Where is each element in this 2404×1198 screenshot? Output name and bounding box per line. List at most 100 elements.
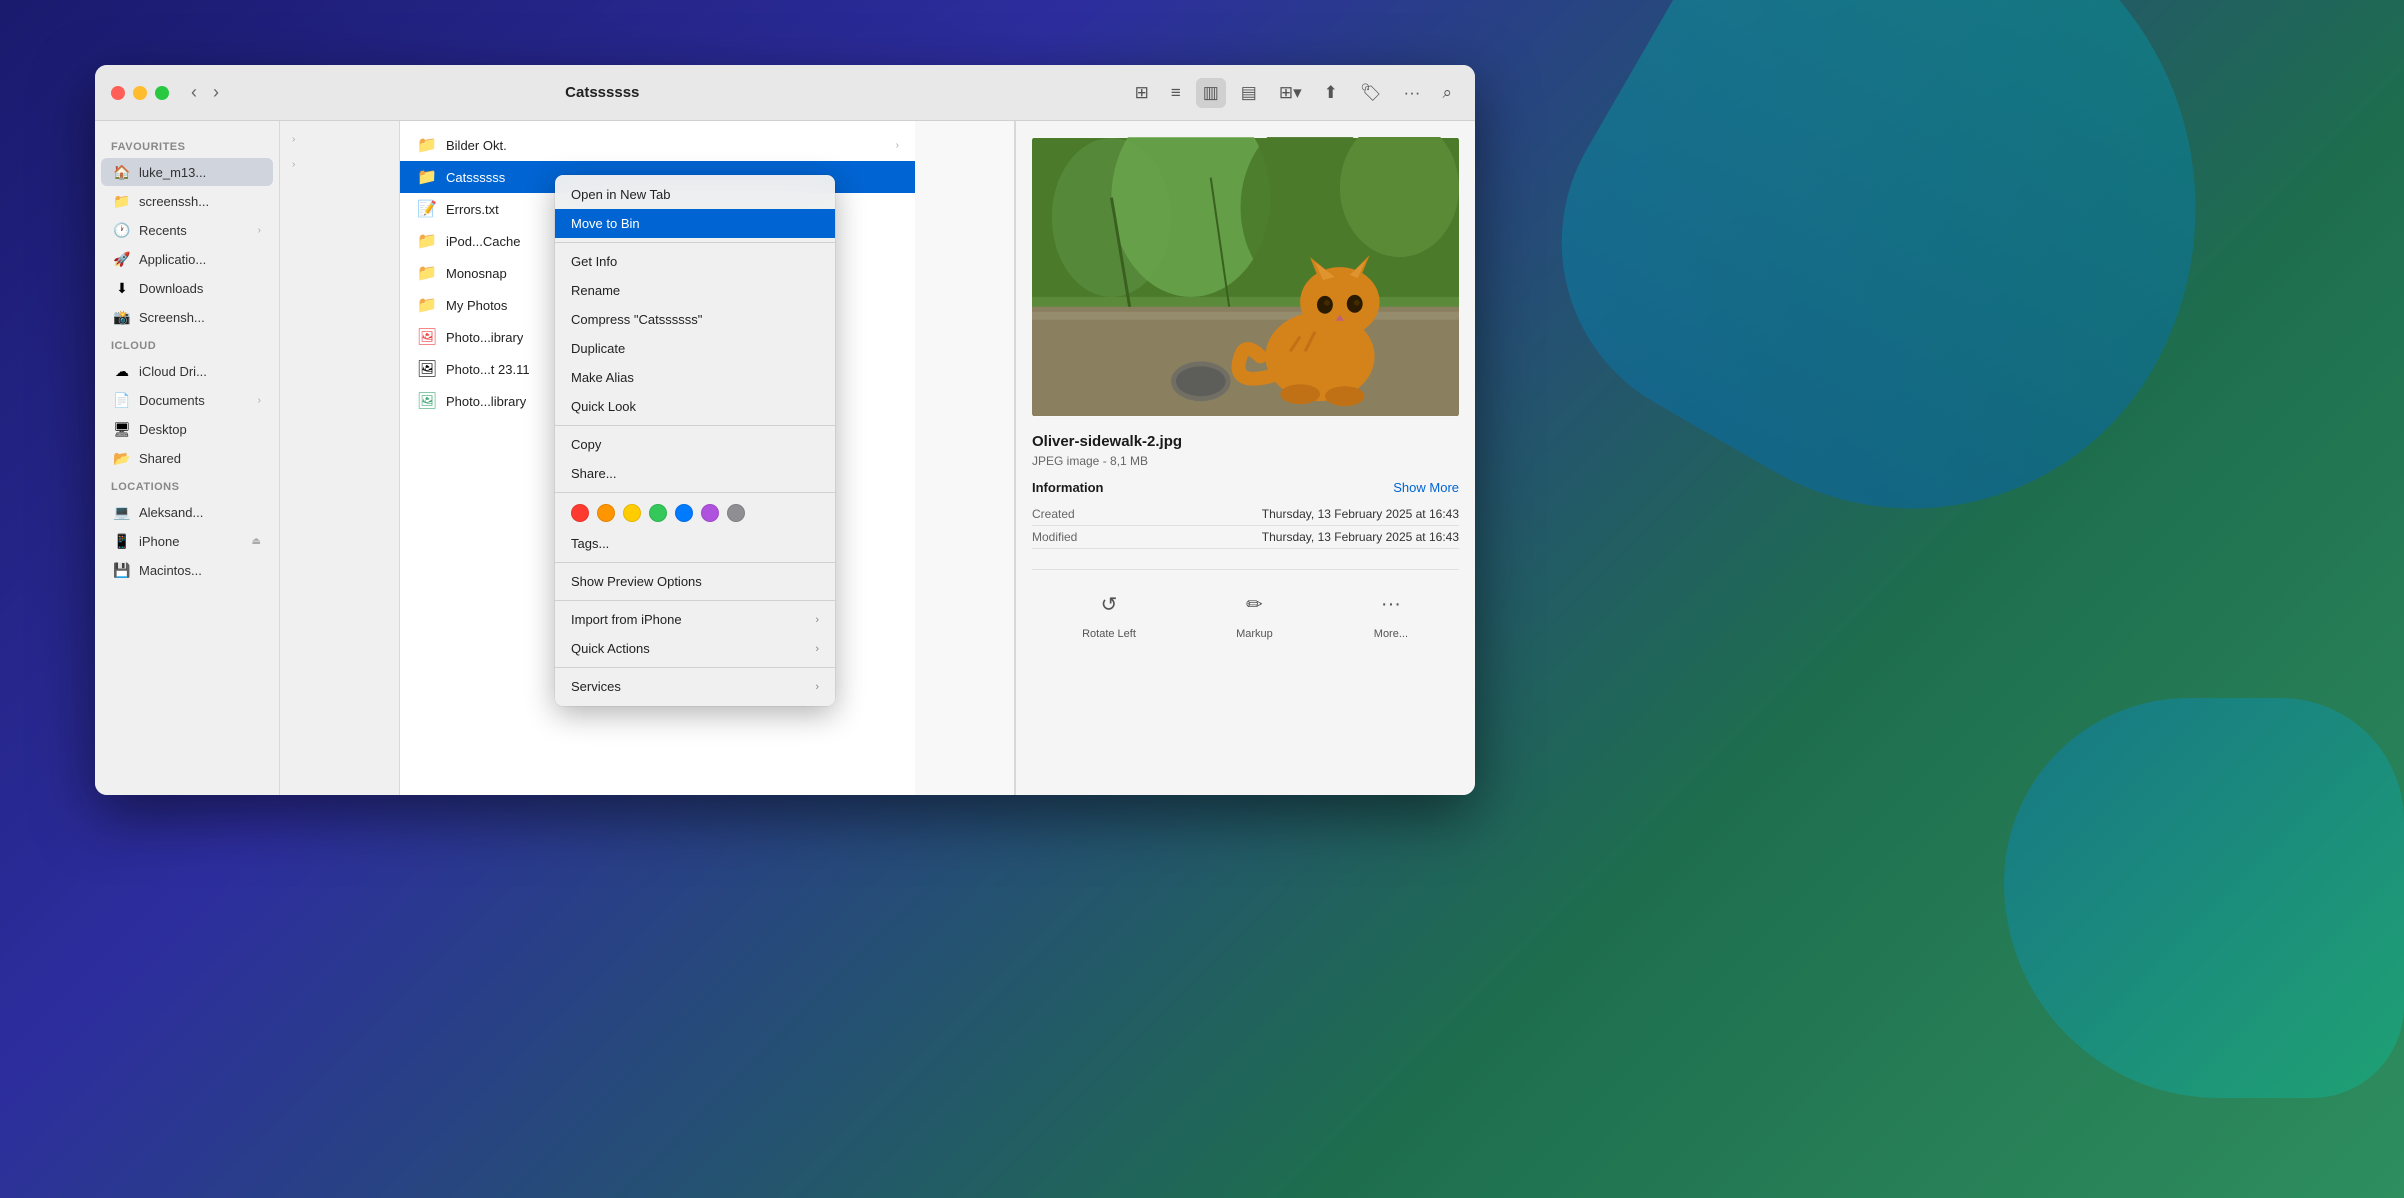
- menu-label-quick-look: Quick Look: [571, 399, 819, 414]
- sidebar-item-home[interactable]: 🏠 luke_m13...: [101, 158, 273, 186]
- preview-filetype: JPEG image - 8,1 MB: [1032, 454, 1459, 468]
- sidebar-item-desktop[interactable]: 🖥 Desktop: [101, 415, 273, 443]
- sidebar-item-aleksand[interactable]: 💻 Aleksand...: [101, 498, 273, 526]
- menu-item-make-alias[interactable]: Make Alias: [555, 363, 835, 392]
- menu-item-copy[interactable]: Copy: [555, 430, 835, 459]
- color-tag-gray[interactable]: [727, 504, 745, 522]
- menu-item-share[interactable]: Share...: [555, 459, 835, 488]
- preview-modified-value: Thursday, 13 February 2025 at 16:43: [1262, 530, 1459, 544]
- view-list-button[interactable]: ≡: [1164, 78, 1188, 108]
- preview-show-more[interactable]: Show More: [1393, 480, 1459, 495]
- view-gallery-button[interactable]: ▤: [1234, 78, 1264, 108]
- more-preview-button[interactable]: ··· More...: [1373, 586, 1409, 640]
- file-item-bilder-okt[interactable]: 📁 Bilder Okt. ›: [400, 129, 915, 161]
- file-name-ipod-cache: iPod...Cache: [446, 234, 520, 249]
- preview-modified-label: Modified: [1032, 530, 1077, 544]
- rotate-left-button[interactable]: ↺ Rotate Left: [1082, 586, 1136, 640]
- menu-item-get-info[interactable]: Get Info: [555, 247, 835, 276]
- iphone-icon: 📱: [113, 532, 131, 550]
- sidebar-item-recents[interactable]: 🕐 Recents ›: [101, 216, 273, 244]
- view-grid-button[interactable]: ⊞: [1128, 78, 1156, 108]
- preview-image-svg: [1032, 137, 1459, 417]
- markup-button[interactable]: ✏ Markup: [1236, 586, 1273, 640]
- sidebar-label-recents: Recents: [139, 223, 187, 238]
- menu-label-open-new-tab: Open in New Tab: [571, 187, 819, 202]
- desktop-icon: 🖥: [113, 420, 131, 438]
- menu-label-move-to-bin: Move to Bin: [571, 216, 819, 231]
- view-columns-button[interactable]: ▥: [1196, 78, 1226, 108]
- sidebar-item-shared[interactable]: 📂 Shared: [101, 444, 273, 472]
- quick-actions-arrow: ›: [815, 643, 819, 655]
- sidebar-label-icloud-drive: iCloud Dri...: [139, 364, 207, 379]
- preview-info-title: Information: [1032, 480, 1104, 495]
- sidebar-item-icloud-drive[interactable]: ☁ iCloud Dri...: [101, 357, 273, 385]
- color-tag-green[interactable]: [649, 504, 667, 522]
- sidebar-item-downloads[interactable]: ⬇ Downloads: [101, 274, 273, 302]
- menu-item-import-from-iphone[interactable]: Import from iPhone ›: [555, 605, 835, 634]
- sidebar-item-screenshots[interactable]: 📁 screenssh...: [101, 187, 273, 215]
- nav-buttons: ‹ ›: [185, 78, 225, 107]
- file-name-my-photos: My Photos: [446, 298, 507, 313]
- traffic-lights: [111, 86, 169, 100]
- nav-back-button[interactable]: ‹: [185, 78, 203, 107]
- menu-separator-6: [555, 667, 835, 668]
- maximize-button[interactable]: [155, 86, 169, 100]
- sidebar-item-iphone[interactable]: 📱 iPhone ⏏: [101, 527, 273, 555]
- title-bar: ‹ › Catssssss ⊞ ≡ ▥ ▤ ⊞▾ ⬆ 🏷 ··· ⌕: [95, 65, 1475, 121]
- screenshots-icon: 📁: [113, 192, 131, 210]
- file-chevron-bilder: ›: [896, 140, 899, 151]
- markup-label: Markup: [1236, 628, 1273, 640]
- parent-space-item[interactable]: ›: [280, 150, 399, 175]
- screenshots2-icon: 📸: [113, 308, 131, 326]
- more-preview-label: More...: [1374, 628, 1408, 640]
- menu-item-rename[interactable]: Rename: [555, 276, 835, 305]
- services-arrow: ›: [815, 681, 819, 693]
- folder-icon-monosnap: 📁: [416, 262, 438, 284]
- tag-button[interactable]: 🏷: [1353, 78, 1389, 108]
- color-tag-blue[interactable]: [675, 504, 693, 522]
- menu-item-duplicate[interactable]: Duplicate: [555, 334, 835, 363]
- group-button[interactable]: ⊞▾: [1272, 78, 1309, 108]
- sidebar-label-screenshots2: Screensh...: [139, 310, 205, 325]
- sidebar-item-screenshots2[interactable]: 📸 Screensh...: [101, 303, 273, 331]
- shared-icon: 📂: [113, 449, 131, 467]
- menu-label-tags: Tags...: [571, 536, 819, 551]
- color-tag-purple[interactable]: [701, 504, 719, 522]
- file-name-monosnap: Monosnap: [446, 266, 507, 281]
- color-tag-yellow[interactable]: [623, 504, 641, 522]
- sidebar-item-documents[interactable]: 📄 Documents ›: [101, 386, 273, 414]
- share-button[interactable]: ⬆: [1317, 78, 1345, 108]
- menu-label-rename: Rename: [571, 283, 819, 298]
- menu-label-show-preview-options: Show Preview Options: [571, 574, 819, 589]
- minimize-button[interactable]: [133, 86, 147, 100]
- menu-item-quick-look[interactable]: Quick Look: [555, 392, 835, 421]
- parent-item-1[interactable]: ›: [280, 129, 399, 150]
- menu-label-share: Share...: [571, 466, 819, 481]
- nav-forward-button[interactable]: ›: [207, 78, 225, 107]
- sidebar-label-home: luke_m13...: [139, 165, 206, 180]
- markup-icon: ✏: [1236, 586, 1272, 622]
- close-button[interactable]: [111, 86, 125, 100]
- menu-item-show-preview-options[interactable]: Show Preview Options: [555, 567, 835, 596]
- more-button[interactable]: ···: [1396, 78, 1427, 108]
- search-button[interactable]: ⌕: [1435, 78, 1459, 108]
- menu-item-tags[interactable]: Tags...: [555, 529, 835, 558]
- menu-item-open-new-tab[interactable]: Open in New Tab: [555, 180, 835, 209]
- sidebar-item-macintos[interactable]: 💾 Macintos...: [101, 556, 273, 584]
- menu-label-get-info: Get Info: [571, 254, 819, 269]
- menu-item-quick-actions[interactable]: Quick Actions ›: [555, 634, 835, 663]
- color-tag-red[interactable]: [571, 504, 589, 522]
- menu-item-move-to-bin[interactable]: Move to Bin: [555, 209, 835, 238]
- menu-item-services[interactable]: Services ›: [555, 672, 835, 701]
- sidebar-item-applications[interactable]: 🚀 Applicatio...: [101, 245, 273, 273]
- preview-meta-created: Created Thursday, 13 February 2025 at 16…: [1032, 503, 1459, 526]
- home-icon: 🏠: [113, 163, 131, 181]
- preview-created-value: Thursday, 13 February 2025 at 16:43: [1262, 507, 1459, 521]
- folder-icon-myphotos: 📁: [416, 294, 438, 316]
- file-name-photo-t: Photo...t 23.11: [446, 362, 530, 377]
- toolbar-actions: ⊞ ≡ ▥ ▤ ⊞▾ ⬆ 🏷 ··· ⌕: [1128, 78, 1459, 108]
- menu-item-compress[interactable]: Compress "Catssssss": [555, 305, 835, 334]
- menu-label-copy: Copy: [571, 437, 819, 452]
- color-tag-orange[interactable]: [597, 504, 615, 522]
- rotate-left-label: Rotate Left: [1082, 628, 1136, 640]
